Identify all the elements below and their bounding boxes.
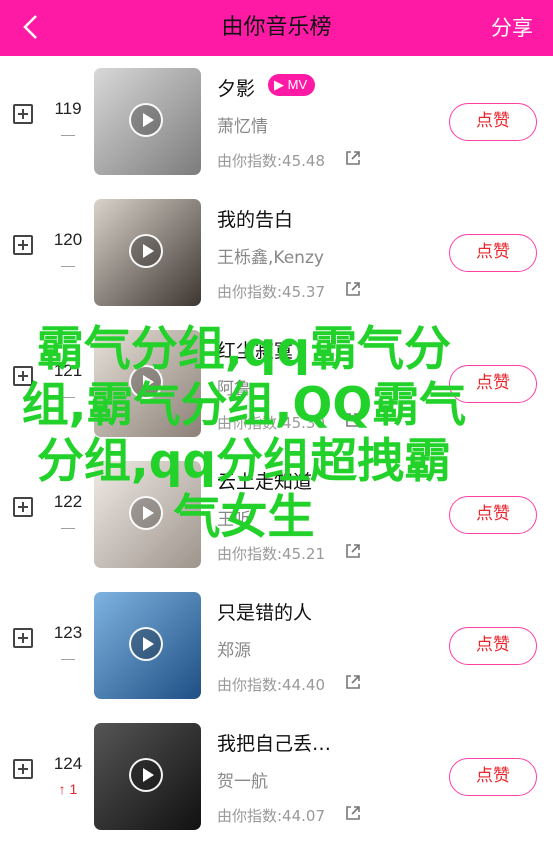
album-cover[interactable] (94, 723, 201, 830)
rank-number: 119 (54, 99, 82, 118)
popularity-index: 由你指数:44.07 (217, 807, 325, 825)
like-button[interactable]: 点赞 (449, 627, 537, 665)
add-icon[interactable] (13, 628, 33, 648)
artist-name[interactable]: 贺一航 (217, 767, 268, 792)
artist-name[interactable]: 郑源 (217, 636, 251, 661)
play-icon[interactable] (129, 103, 163, 137)
play-icon[interactable] (129, 234, 163, 268)
list-item[interactable]: 124 ↑ 1 我把自己丢… 贺一航 由你指数:44.07 点赞 (0, 711, 553, 841)
song-title[interactable]: 我的告白 (217, 205, 293, 232)
album-cover[interactable] (94, 199, 201, 306)
rank-number: 120 (53, 230, 83, 249)
top-bar: 由你音乐榜 分享 (0, 0, 553, 56)
album-cover[interactable] (94, 592, 201, 699)
overlay-caption: 霸气分组,qq霸气分组,霸气分组,QQ霸气分组,qq分组超拽霸气女生 (21, 322, 467, 545)
list-item[interactable]: 123 — 只是错的人 郑源 由你指数:44.40 点赞 (0, 580, 553, 710)
like-button[interactable]: 点赞 (449, 234, 537, 272)
external-link-icon[interactable] (345, 281, 361, 297)
song-title[interactable]: 只是错的人 (217, 598, 312, 625)
add-icon[interactable] (13, 235, 33, 255)
popularity-index: 由你指数:45.48 (217, 152, 325, 170)
share-button[interactable]: 分享 (491, 0, 533, 56)
list-item[interactable]: 119 — 夕影 ▶ MV 萧忆情 由你指数:45.48 点赞 (0, 56, 553, 186)
popularity-index: 由你指数:44.40 (217, 676, 325, 694)
rank-trend: — (61, 257, 75, 273)
page-title: 由你音乐榜 (221, 15, 332, 40)
artist-name[interactable]: 王栎鑫,Kenzy (217, 243, 324, 268)
external-link-icon[interactable] (345, 805, 361, 821)
list-item[interactable]: 120 — 我的告白 王栎鑫,Kenzy 由你指数:45.37 点赞 (0, 187, 553, 317)
popularity-index: 由你指数:45.37 (217, 283, 325, 301)
mv-badge[interactable]: ▶ MV (268, 74, 316, 96)
like-button[interactable]: 点赞 (449, 103, 537, 141)
rank-trend: — (61, 126, 75, 142)
rank-number: 124 (53, 754, 83, 773)
external-link-icon[interactable] (345, 674, 361, 690)
like-button[interactable]: 点赞 (449, 758, 537, 796)
rank-trend: ↑ 1 (58, 781, 78, 797)
artist-name[interactable]: 萧忆情 (217, 112, 268, 137)
popularity-index: 由你指数:45.21 (217, 545, 325, 563)
play-icon[interactable] (129, 627, 163, 661)
album-cover[interactable] (94, 68, 201, 175)
song-title[interactable]: 我把自己丢… (217, 729, 331, 756)
external-link-icon[interactable] (345, 150, 361, 166)
rank-number: 123 (53, 623, 83, 642)
add-icon[interactable] (13, 759, 33, 779)
play-icon[interactable] (129, 758, 163, 792)
song-title[interactable]: 夕影 (217, 74, 255, 101)
rank-trend: — (61, 650, 75, 666)
add-icon[interactable] (13, 104, 33, 124)
